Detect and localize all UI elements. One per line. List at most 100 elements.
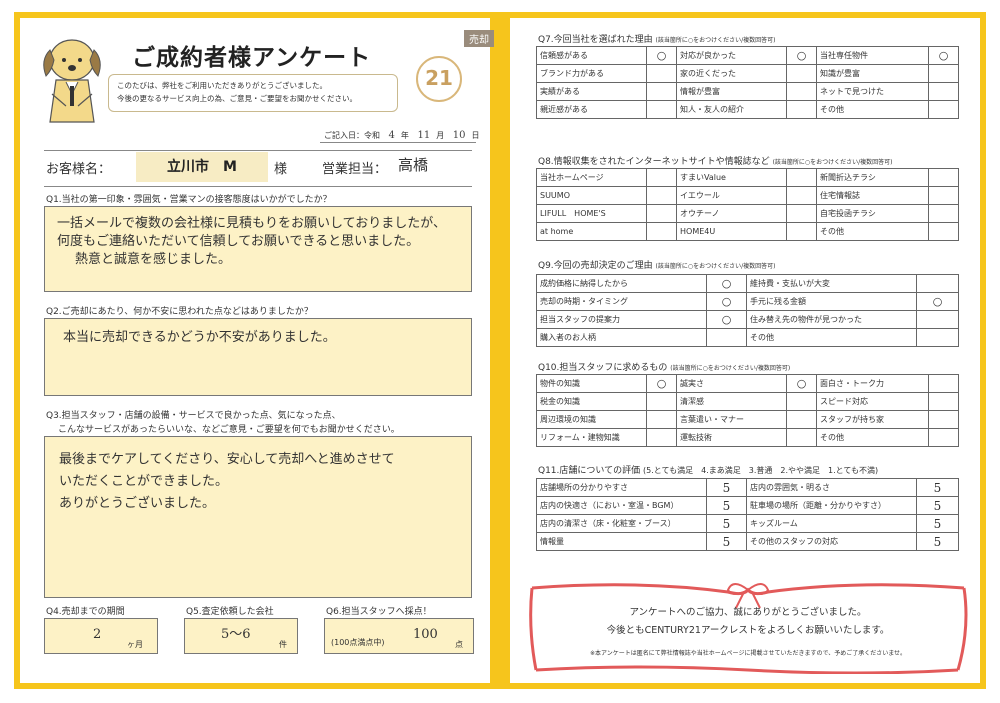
score-cell[interactable]: 5 — [916, 514, 959, 533]
mark-cell[interactable] — [928, 392, 959, 411]
table-row: 親近感がある 知人・友人の紹介 その他 — [536, 100, 959, 119]
mark-cell[interactable] — [646, 222, 677, 241]
q1-answer-line-1: 一括メールで複数の会社様に見積もりをお願いしておりましたが、 — [57, 216, 446, 231]
option-label: 住宅情報誌 — [816, 186, 929, 205]
customer-name: 立川市 M — [136, 152, 268, 182]
mark-cell[interactable] — [928, 204, 959, 223]
score-cell[interactable]: 5 — [706, 514, 747, 533]
mark-cell[interactable]: ○ — [916, 292, 959, 311]
q5-unit: 件 — [279, 640, 287, 649]
q9-table: 成約価格に納得したから ○ 維持費・支払いが大変 売却の時期・タイミング ○ 手元に残る金… — [536, 274, 959, 347]
mark-cell[interactable] — [646, 186, 677, 205]
mark-cell[interactable]: ○ — [646, 46, 677, 65]
mark-cell[interactable] — [646, 410, 677, 429]
thanks-note: ※本アンケートは匿名にて弊社情報誌や当社ホームページに掲載させていただきますので… — [589, 650, 907, 657]
table-row: 物件の知識 ○ 誠実さ ○ 面白さ・トーク力 — [536, 374, 959, 393]
mark-cell[interactable] — [916, 310, 959, 329]
mark-cell[interactable] — [786, 428, 817, 447]
intro-line-2: 今後の更なるサービス向上の為、ご意見・ご要望をお聞かせください。 — [117, 94, 357, 103]
table-row: 当社ホームページ すまいValue 新聞折込チラシ — [536, 168, 959, 187]
option-label: 情報量 — [536, 532, 707, 551]
q11-table: 店舗場所の分かりやすさ 5 店内の雰囲気・明るさ 5 店内の快適さ（におい・室温・BGM… — [536, 478, 959, 551]
staff-name: 高橋 — [398, 156, 429, 174]
option-label: 対応が良かった — [676, 46, 787, 65]
q6-label: Q6.担当スタッフへ採点！ — [326, 607, 432, 617]
mark-cell[interactable] — [928, 410, 959, 429]
mark-cell[interactable] — [928, 100, 959, 119]
thanks-line-1: アンケートへのご協力、誠にありがとうございました。 — [629, 607, 867, 618]
option-label: その他 — [816, 428, 929, 447]
mark-cell[interactable] — [646, 428, 677, 447]
q5-value: 5〜6 — [221, 627, 251, 642]
mark-cell[interactable] — [646, 204, 677, 223]
option-label: 店内の快適さ（におい・室温・BGM） — [536, 496, 707, 515]
century21-logo-icon: 21 — [416, 56, 462, 102]
mark-cell[interactable] — [786, 64, 817, 83]
q2-answer-box: 本当に売却できるかどうか不安がありました。 — [44, 318, 472, 396]
mark-cell[interactable] — [928, 82, 959, 101]
mark-cell[interactable]: ○ — [706, 292, 747, 311]
option-label: 店内の清潔さ（床・化粧室・ブース） — [536, 514, 707, 533]
mark-cell[interactable] — [646, 168, 677, 187]
table-row: 税金の知識 清潔感 スピード対応 — [536, 392, 959, 411]
date-day: 10 — [452, 130, 466, 141]
mark-cell[interactable]: ○ — [786, 46, 817, 65]
q4-unit: ヶ月 — [127, 640, 143, 649]
option-label: 住み替え先の物件が見つかった — [746, 310, 917, 329]
mark-cell[interactable] — [786, 186, 817, 205]
page-title: ご成約者様アンケート — [132, 45, 372, 71]
mark-cell[interactable]: ○ — [646, 374, 677, 393]
mark-cell[interactable] — [786, 100, 817, 119]
option-label: 知人・友人の紹介 — [676, 100, 787, 119]
mark-cell[interactable] — [786, 410, 817, 429]
mark-cell[interactable] — [916, 274, 959, 293]
mark-cell[interactable] — [706, 328, 747, 347]
mark-cell[interactable] — [928, 222, 959, 241]
option-label: 購入者のお人柄 — [536, 328, 707, 347]
option-label: オウチーノ — [676, 204, 787, 223]
score-cell[interactable]: 5 — [706, 478, 747, 497]
mark-cell[interactable]: ○ — [706, 310, 747, 329]
q6-prefix: (100点満点中) — [331, 638, 385, 647]
q8-table: 当社ホームページ すまいValue 新聞折込チラシ SUUMO イエウール 住宅情報誌 LI… — [536, 168, 959, 241]
mark-cell[interactable] — [646, 82, 677, 101]
table-row: 店内の清潔さ（床・化粧室・ブース） 5 キッズルーム 5 — [536, 514, 959, 533]
mark-cell[interactable] — [646, 64, 677, 83]
score-cell[interactable]: 5 — [916, 532, 959, 551]
score-cell[interactable]: 5 — [916, 478, 959, 497]
mark-cell[interactable]: ○ — [706, 274, 747, 293]
option-label: 物件の知識 — [536, 374, 647, 393]
option-label: 税金の知識 — [536, 392, 647, 411]
score-cell[interactable]: 5 — [706, 496, 747, 515]
mark-cell[interactable] — [646, 392, 677, 411]
mark-cell[interactable] — [786, 168, 817, 187]
score-cell[interactable]: 5 — [916, 496, 959, 515]
mark-cell[interactable] — [928, 428, 959, 447]
score-cell[interactable]: 5 — [706, 532, 747, 551]
entry-date: ご記入日：令和 4年 11 月 10 日 — [324, 130, 479, 141]
option-label: 周辺環境の知識 — [536, 410, 647, 429]
option-label: 駐車場の場所（距離・分かりやすさ） — [746, 496, 917, 515]
q5-label: Q5.査定依頼した会社 — [186, 607, 274, 617]
mark-cell[interactable] — [786, 222, 817, 241]
q11-title: Q11.店舗についての評価 (5.とても満足 4.まあ満足 3.普通 2.やや満… — [538, 466, 879, 476]
q2-answer-line-1: 本当に売却できるかどうか不安がありました。 — [63, 330, 336, 345]
option-label: SUUMO — [536, 186, 647, 205]
table-row: LIFULL HOME'S オウチーノ 自宅投函チラシ — [536, 204, 959, 223]
mark-cell[interactable] — [928, 186, 959, 205]
option-label: その他 — [816, 100, 929, 119]
mark-cell[interactable] — [786, 204, 817, 223]
mark-cell[interactable] — [646, 100, 677, 119]
mark-cell[interactable] — [928, 374, 959, 393]
mark-cell[interactable]: ○ — [928, 46, 959, 65]
intro-line-1: このたびは、弊社をご利用いただきありがとうございました。 — [117, 81, 327, 90]
mark-cell[interactable] — [916, 328, 959, 347]
mark-cell[interactable] — [928, 168, 959, 187]
mark-cell[interactable] — [786, 82, 817, 101]
mark-cell[interactable] — [928, 64, 959, 83]
mark-cell[interactable] — [786, 392, 817, 411]
thanks-line-2: 今後ともCENTURY21アークレストをよろしくお願いいたします。 — [606, 625, 890, 636]
q1-answer-box: 一括メールで複数の会社様に見積もりをお願いしておりましたが、 何度もご連絡いただ… — [44, 206, 472, 292]
mark-cell[interactable]: ○ — [786, 374, 817, 393]
table-row: 信頼感がある ○ 対応が良かった ○ 当社専任物件 ○ — [536, 46, 959, 65]
